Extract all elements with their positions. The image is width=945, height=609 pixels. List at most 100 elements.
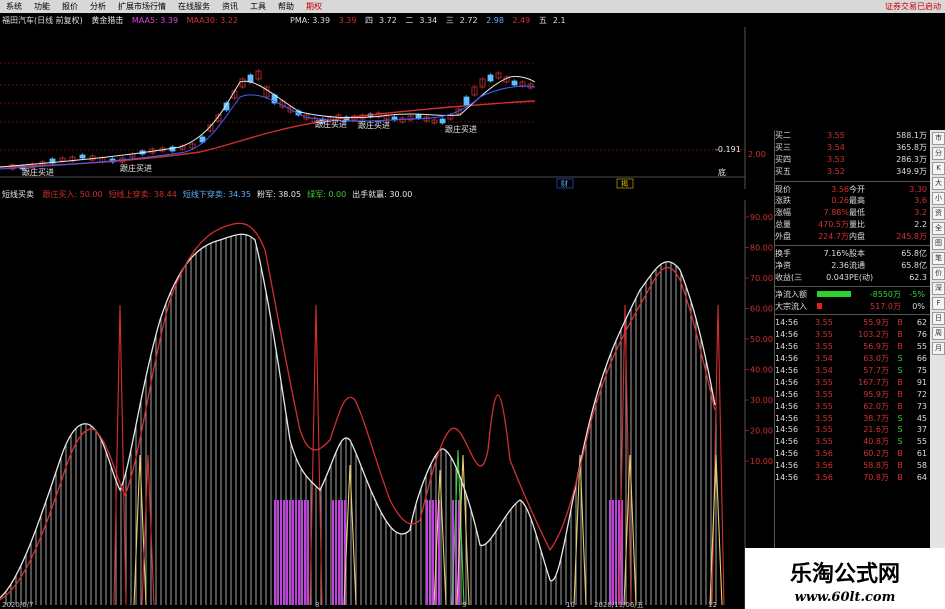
level-6: 2.49 [512,16,531,25]
tick-row[interactable]: 14:56 3.54 63.0万 S 66 [775,353,930,365]
spike [141,454,155,606]
tick-side: S [897,354,903,364]
toolbar-button-13[interactable]: 周 [932,327,945,340]
stat-row[interactable]: 涨幅 7.88% 最低 3.2 [775,207,930,219]
stat-row[interactable]: 现价 3.56 今开 3.30 [775,184,930,196]
flow-row[interactable]: 大宗流入 517.0万 0% [775,301,930,313]
order-label: 买三 [775,142,791,152]
date-label: 12 [708,601,717,609]
flow-label: 净流入额 [775,289,807,299]
order-price: 3.54 [827,142,845,152]
order-book-row[interactable]: 买四 3.53 286.3万 [775,154,930,166]
tick-time: 14:56 [775,342,799,352]
toolbar-button-10[interactable]: 深 [932,282,945,295]
toolbar-button-14[interactable]: 月 [932,342,945,355]
stat-label-2: 量比 [849,220,865,230]
tick-count: 75 [916,366,927,376]
lower-indicator-name[interactable]: 短线买卖 [2,190,34,199]
tick-row[interactable]: 14:56 3.56 70.8万 B 64 [775,472,930,484]
tick-row[interactable]: 14:56 3.55 38.7万 S 45 [775,413,930,425]
stat-row[interactable]: 换手 7.16% 股本 65.8亿 [775,248,930,260]
order-book-row[interactable]: 买二 3.55 588.1万 [775,130,930,142]
order-book-row[interactable]: 买五 3.52 349.9万 [775,166,930,178]
tick-price: 3.56 [815,473,833,483]
menu-function[interactable]: 功能 [28,1,56,12]
tick-row[interactable]: 14:56 3.55 56.9万 B 55 [775,341,930,353]
bottom-marker: 底 [718,167,726,177]
label-zhuang-5: 跟庄买进 [445,124,477,134]
stat-label: 外盘 [775,232,791,242]
tick-list[interactable]: 14:56 3.55 55.9万 B 62 14:56 3.55 103.2万 B 76 14:56… [775,317,930,483]
watermark-url: www.60lt.com [794,590,896,605]
menu-help[interactable]: 帮助 [272,1,300,12]
toolbar-button-12[interactable]: 日 [932,312,945,325]
axis-label: 30.00 [750,396,773,405]
stats-block: 现价 3.56 今开 3.30 涨跌 0.26 最高 3.6 涨幅 7.88% 最低 3.2 总量 470… [775,184,930,243]
stat-row[interactable]: 收益(三) 0.043 PE(动) 62.3 [775,272,930,284]
tick-row[interactable]: 14:56 3.55 95.9万 B 72 [775,389,930,401]
indicator-name[interactable]: 黄金猎击 [91,16,123,25]
toolbar-button-11[interactable]: F [932,297,945,310]
stat-value: 0.26 [831,196,849,206]
flow-row[interactable]: 净流入额 -8550万 -5% [775,289,930,301]
tick-price: 3.55 [815,330,833,340]
toolbar-button-2[interactable]: K [932,162,945,175]
tick-count: 61 [916,449,927,459]
tick-row[interactable]: 14:56 3.55 40.8万 S 55 [775,436,930,448]
flow-bar-track [817,301,859,313]
stat-value-2: 3.6 [914,196,927,206]
toolbar-button-5[interactable]: 资 [932,207,945,220]
menu-quote[interactable]: 报价 [56,1,84,12]
upper-kline-chart[interactable]: 跟庄买进 跟庄买进 跟庄买进 跟庄买进 跟庄买进 -0.191 2.00 底 财… [0,27,774,189]
tick-time: 14:56 [775,461,799,471]
toolbar-button-7[interactable]: 图 [932,237,945,250]
tick-side: S [897,437,903,447]
tick-row[interactable]: 14:56 3.56 58.8万 B 58 [775,460,930,472]
stat-row[interactable]: 总量 470.5万 量比 2.2 [775,219,930,231]
menu-tools[interactable]: 工具 [244,1,272,12]
tick-count: 62 [916,318,927,328]
stat-label: 收益(三) [775,272,803,282]
axis-label: 90.00 [750,213,773,222]
menu-extended-market[interactable]: 扩展市场行情 [112,1,172,12]
toolbar-button-8[interactable]: 笔 [932,252,945,265]
tick-row[interactable]: 14:56 3.55 21.6万 S 37 [775,424,930,436]
order-book-row[interactable]: 买三 3.54 365.8万 [775,142,930,154]
axis-label: 60.00 [750,305,773,314]
tick-row[interactable]: 14:56 3.55 62.0万 B 73 [775,401,930,413]
tick-row[interactable]: 14:56 3.55 103.2万 B 76 [775,329,930,341]
tick-row[interactable]: 14:56 3.54 57.7万 S 75 [775,365,930,377]
toolbar-button-3[interactable]: 大 [932,177,945,190]
tick-row[interactable]: 14:56 3.56 60.2万 B 61 [775,448,930,460]
toolbar-button-9[interactable]: 价 [932,267,945,280]
menu-analysis[interactable]: 分析 [84,1,112,12]
label-zhuang-4: 跟庄买进 [358,120,390,130]
stat-row[interactable]: 外盘 224.7万 内盘 245.8万 [775,231,930,243]
axis-label: 10.00 [750,457,773,466]
tick-row[interactable]: 14:56 3.55 55.9万 B 62 [775,317,930,329]
menu-online-service[interactable]: 在线服务 [172,1,216,12]
tick-count: 66 [916,354,927,364]
toolbar-button-4[interactable]: 小 [932,192,945,205]
trade-status[interactable]: 证券交易已启动 [885,1,945,12]
tick-row[interactable]: 14:56 3.55 167.7万 B 91 [775,377,930,389]
tick-time: 14:56 [775,354,799,364]
stat-row[interactable]: 净资 2.36 流通 65.8亿 [775,260,930,272]
lower-axis: 90.00 80.00 70.00 60.00 50.00 40.00 30.00 20.00… [745,213,773,466]
toolbar-button-0[interactable]: 市 [932,132,945,145]
toolbar-button-1[interactable]: 分 [932,147,945,160]
menu-system[interactable]: 系统 [0,1,28,12]
tick-volume: 58.8万 [863,461,889,471]
stat-label-2: 股本 [849,249,865,259]
menu-news[interactable]: 资讯 [216,1,244,12]
lower-indicator-chart[interactable]: 90.00 80.00 70.00 60.00 50.00 40.00 30.00 20.00… [0,200,774,609]
flow-value: -8550万 [869,289,901,299]
tick-time: 14:56 [775,318,799,328]
tick-count: 64 [916,473,927,483]
tick-volume: 38.7万 [863,413,889,423]
order-volume: 349.9万 [896,166,927,176]
toolbar-button-6[interactable]: 全 [932,222,945,235]
level-4: 2.72 [459,16,478,25]
stat-row[interactable]: 涨跌 0.26 最高 3.6 [775,195,930,207]
menu-options[interactable]: 期权 [300,1,328,12]
